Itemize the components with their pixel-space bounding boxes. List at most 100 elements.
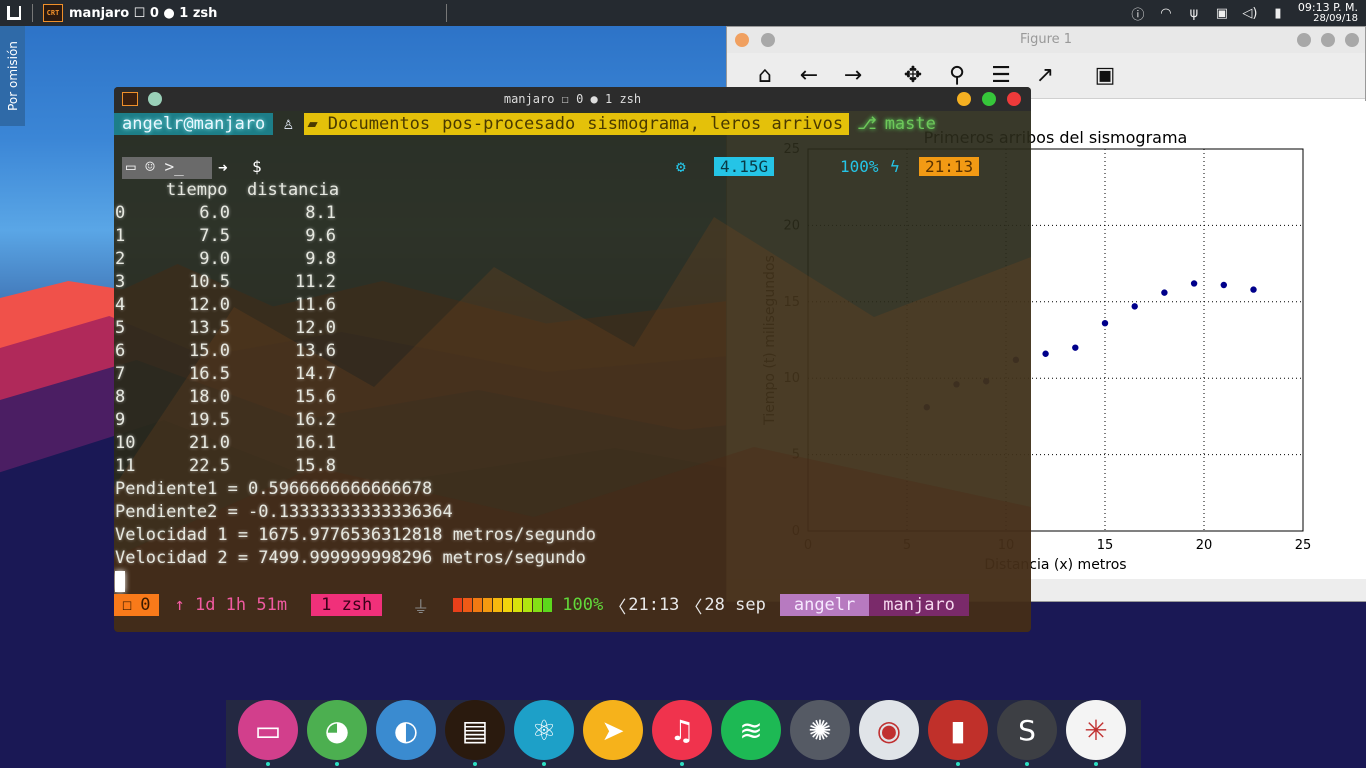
toggle-icon[interactable]: ◉ <box>859 700 919 760</box>
window-tab[interactable]: 1 zsh <box>311 594 383 616</box>
side-panel-label: Por omisión <box>5 41 20 111</box>
prompt-path-1: pos-procesado <box>436 113 582 135</box>
figure-maximize-button[interactable] <box>1321 33 1335 47</box>
df-row-index: 11 <box>115 456 136 476</box>
data-point <box>1101 319 1109 327</box>
panel-separator <box>446 4 447 22</box>
taskbar-item-terminal[interactable]: manjaro ☐ 0 ● 1 zsh <box>69 6 217 21</box>
figure-app-icon <box>735 33 749 47</box>
df-cell-distancia: 9.8 <box>305 249 336 269</box>
save-icon[interactable]: ▣ <box>1083 56 1127 96</box>
prompt-time: 21:13 <box>919 157 980 176</box>
df-row-index: 7 <box>115 364 126 384</box>
chevron-left-icon: 〈 <box>609 597 627 618</box>
df-cell-distancia: 15.8 <box>295 456 336 476</box>
app-menu-button[interactable] <box>0 0 28 26</box>
data-point <box>1190 280 1198 287</box>
figure-close-button[interactable] <box>1345 33 1359 47</box>
output-line: Velocidad 1 = 1675.9776536312818 metros/… <box>115 525 597 545</box>
battery-meter-cell <box>453 598 463 612</box>
prompt-battery: 100% <box>840 157 879 176</box>
reader-icon[interactable]: ▮ <box>928 700 988 760</box>
df-cell-distancia: 12.0 <box>295 318 336 338</box>
battery-meter-cell <box>513 598 523 612</box>
battery-meter <box>453 598 553 612</box>
status-time: 21:13 <box>628 595 680 615</box>
df-row-index: 1 <box>115 226 126 246</box>
clock[interactable]: 09:13 P. M. 28/09/18 <box>1298 2 1358 24</box>
usb-icon[interactable]: ψ <box>1186 5 1202 21</box>
df-row-index: 9 <box>115 410 126 430</box>
pinwheel-icon[interactable]: ✳ <box>1066 700 1126 760</box>
figure-titlebar[interactable]: Figure 1 <box>727 27 1365 53</box>
terminal-titlebar[interactable]: manjaro ☐ 0 ● 1 zsh <box>114 87 1031 111</box>
df-cell-distancia: 13.6 <box>295 341 336 361</box>
figure-title: Figure 1 <box>1019 32 1073 47</box>
send-icon[interactable]: ➤ <box>583 700 643 760</box>
firefox-icon[interactable]: ◐ <box>376 700 436 760</box>
terminal-pin-button[interactable] <box>148 92 162 106</box>
sublime-icon[interactable]: S <box>997 700 1057 760</box>
clipboard-icon[interactable]: ▣ <box>1214 5 1230 21</box>
terminal-maximize-button[interactable] <box>982 92 996 106</box>
output-line: Pendiente2 = -0.13333333333336364 <box>115 502 453 522</box>
output-line: Pendiente1 = 0.5966666666666678 <box>115 479 433 499</box>
wifi-icon[interactable]: ◠ <box>1158 5 1174 21</box>
atom-icon[interactable]: ⚛ <box>514 700 574 760</box>
data-point <box>1250 286 1257 293</box>
df-row-index: 10 <box>115 433 136 453</box>
df-cell-tiempo: 21.0 <box>189 433 230 453</box>
figure-minimize-button[interactable] <box>1297 33 1311 47</box>
running-indicator <box>473 762 477 766</box>
info-icon[interactable]: ⓘ <box>1130 5 1146 23</box>
df-cell-distancia: 11.6 <box>295 295 336 315</box>
df-cell-distancia: 16.2 <box>295 410 336 430</box>
session-badge[interactable]: ☐ 0 <box>114 594 159 616</box>
battery-meter-cell <box>483 598 493 612</box>
tmux-status-bar: ☐ 0 ↑ 1d 1h 51m 1 zsh ⏚ 100% 〈 21:13 〈 28… <box>114 593 1031 618</box>
chevron-left-icon: 〈 <box>685 597 703 618</box>
output-line: Velocidad 2 = 7499.999999998296 metros/s… <box>115 548 586 568</box>
df-cell-tiempo: 16.5 <box>189 364 230 384</box>
files-icon[interactable]: ▭ <box>238 700 298 760</box>
terminal-title: manjaro ☐ 0 ● 1 zsh <box>503 92 642 106</box>
volume-icon[interactable]: ◁) <box>1242 5 1258 21</box>
x-tick-label: 15 <box>1097 538 1114 553</box>
battery-meter-cell <box>533 598 543 612</box>
figure-pin-button[interactable] <box>761 33 775 47</box>
lightning-icon: ϟ <box>890 157 900 176</box>
git-branch-icon: ⎇ <box>857 114 877 134</box>
spider-icon[interactable]: ✺ <box>790 700 850 760</box>
battery-icon[interactable]: ▮ <box>1270 5 1286 21</box>
cool-retro-term-app-icon <box>122 92 138 106</box>
df-row-index: 6 <box>115 341 126 361</box>
battery-meter-cell <box>493 598 503 612</box>
prompt-path-0: Documentos <box>321 113 437 135</box>
data-point <box>1042 350 1049 357</box>
df-row-index: 0 <box>115 203 126 223</box>
df-row-index: 3 <box>115 272 126 292</box>
status-host: manjaro <box>869 594 969 616</box>
terminal-close-button[interactable] <box>1007 92 1021 106</box>
side-panel-tab[interactable]: Por omisión <box>0 26 25 126</box>
df-cell-distancia: 14.7 <box>295 364 336 384</box>
df-cell-distancia: 15.6 <box>295 387 336 407</box>
prompt-user-host: angelr@manjaro <box>114 113 274 135</box>
music-icon[interactable]: ♫ <box>652 700 712 760</box>
battery-meter-cell <box>473 598 483 612</box>
df-cell-tiempo: 7.5 <box>199 226 230 246</box>
running-indicator <box>1094 762 1098 766</box>
cool-retro-term-task-icon[interactable]: CRT <box>43 4 63 22</box>
system-tray: ⓘ ◠ ψ ▣ ◁) ▮ 09:13 P. M. 28/09/18 <box>1130 0 1358 26</box>
cool-retro-term-icon[interactable]: ▤ <box>445 700 505 760</box>
chromium-icon[interactable]: ◕ <box>307 700 367 760</box>
spotify-icon[interactable]: ≋ <box>721 700 781 760</box>
gear-icon: ⚙ <box>676 157 686 176</box>
terminal-window[interactable]: manjaro ☐ 0 ● 1 zsh angelr@manjaro ♙ ▰ D… <box>114 87 1031 632</box>
df-row-index: 4 <box>115 295 126 315</box>
data-point <box>1161 289 1168 296</box>
terminal-minimize-button[interactable] <box>957 92 971 106</box>
battery-meter-cell <box>463 598 473 612</box>
df-row-index: 8 <box>115 387 126 407</box>
data-point <box>1131 303 1138 310</box>
